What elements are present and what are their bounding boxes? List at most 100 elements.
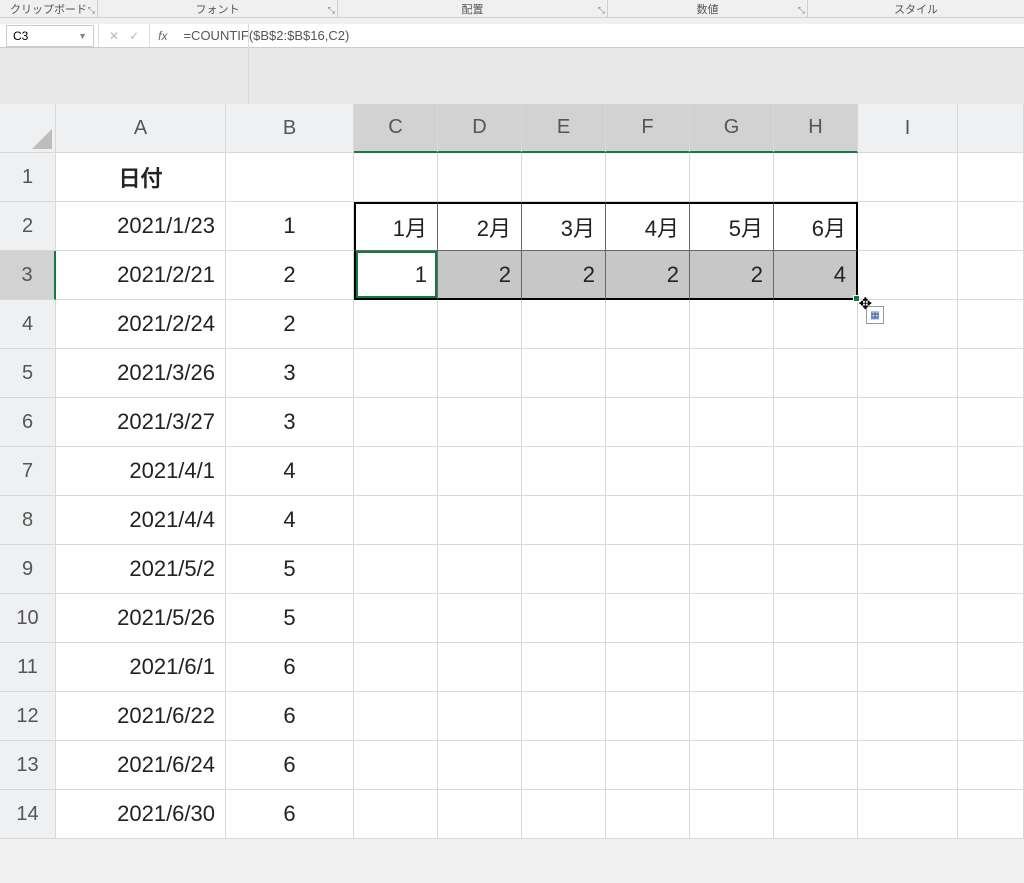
cell-F4[interactable] bbox=[606, 300, 690, 349]
cell-D4[interactable] bbox=[438, 300, 522, 349]
cell-C10[interactable] bbox=[354, 594, 438, 643]
cell-C5[interactable] bbox=[354, 349, 438, 398]
cell-B13[interactable]: 6 bbox=[226, 741, 354, 790]
cell-A10[interactable]: 2021/5/26 bbox=[56, 594, 226, 643]
col-header-E[interactable]: E bbox=[522, 104, 606, 153]
cell-E9[interactable] bbox=[522, 545, 606, 594]
row-header-12[interactable]: 12 bbox=[0, 692, 56, 741]
row-header-5[interactable]: 5 bbox=[0, 349, 56, 398]
ribbon-group-font[interactable]: フォント ⤡ bbox=[98, 0, 338, 17]
cell-F9[interactable] bbox=[606, 545, 690, 594]
cell-H4[interactable] bbox=[774, 300, 858, 349]
cell-C3[interactable]: 1 bbox=[354, 251, 438, 300]
cell-J7[interactable] bbox=[958, 447, 1024, 496]
cell-C12[interactable] bbox=[354, 692, 438, 741]
col-header-H[interactable]: H bbox=[774, 104, 858, 153]
row-header-1[interactable]: 1 bbox=[0, 153, 56, 202]
cell-I12[interactable] bbox=[858, 692, 958, 741]
cell-B11[interactable]: 6 bbox=[226, 643, 354, 692]
cell-D2[interactable]: 2月 bbox=[438, 202, 522, 251]
cell-G4[interactable] bbox=[690, 300, 774, 349]
cell-F6[interactable] bbox=[606, 398, 690, 447]
cell-A14[interactable]: 2021/6/30 bbox=[56, 790, 226, 839]
cell-A4[interactable]: 2021/2/24 bbox=[56, 300, 226, 349]
cell-I10[interactable] bbox=[858, 594, 958, 643]
dialog-launcher-icon[interactable]: ⤡ bbox=[328, 5, 335, 16]
cell-D12[interactable] bbox=[438, 692, 522, 741]
cell-D11[interactable] bbox=[438, 643, 522, 692]
cell-I14[interactable] bbox=[858, 790, 958, 839]
cell-E5[interactable] bbox=[522, 349, 606, 398]
cell-F14[interactable] bbox=[606, 790, 690, 839]
cell-G8[interactable] bbox=[690, 496, 774, 545]
cell-A11[interactable]: 2021/6/1 bbox=[56, 643, 226, 692]
cell-C13[interactable] bbox=[354, 741, 438, 790]
cell-B14[interactable]: 6 bbox=[226, 790, 354, 839]
dialog-launcher-icon[interactable]: ⤡ bbox=[798, 5, 805, 16]
row-header-2[interactable]: 2 bbox=[0, 202, 56, 251]
cell-A5[interactable]: 2021/3/26 bbox=[56, 349, 226, 398]
cell-B8[interactable]: 4 bbox=[226, 496, 354, 545]
cell-J13[interactable] bbox=[958, 741, 1024, 790]
cell-B12[interactable]: 6 bbox=[226, 692, 354, 741]
cell-B1[interactable] bbox=[226, 153, 354, 202]
cell-G2[interactable]: 5月 bbox=[690, 202, 774, 251]
col-header-I[interactable]: I bbox=[858, 104, 958, 153]
cell-E8[interactable] bbox=[522, 496, 606, 545]
cell-A2[interactable]: 2021/1/23 bbox=[56, 202, 226, 251]
fx-icon[interactable]: fx bbox=[150, 29, 175, 43]
cell-E7[interactable] bbox=[522, 447, 606, 496]
cell-B9[interactable]: 5 bbox=[226, 545, 354, 594]
cell-I6[interactable] bbox=[858, 398, 958, 447]
cell-G5[interactable] bbox=[690, 349, 774, 398]
ribbon-group-alignment[interactable]: 配置 ⤡ bbox=[338, 0, 608, 17]
cell-A13[interactable]: 2021/6/24 bbox=[56, 741, 226, 790]
cell-C2[interactable]: 1月 bbox=[354, 202, 438, 251]
cell-A7[interactable]: 2021/4/1 bbox=[56, 447, 226, 496]
cell-E10[interactable] bbox=[522, 594, 606, 643]
cell-I8[interactable] bbox=[858, 496, 958, 545]
ribbon-group-number[interactable]: 数値 ⤡ bbox=[608, 0, 808, 17]
cell-F12[interactable] bbox=[606, 692, 690, 741]
cell-D3[interactable]: 2 bbox=[438, 251, 522, 300]
cell-B4[interactable]: 2 bbox=[226, 300, 354, 349]
cell-G3[interactable]: 2 bbox=[690, 251, 774, 300]
row-header-3[interactable]: 3 bbox=[0, 251, 56, 300]
cell-I2[interactable] bbox=[858, 202, 958, 251]
row-header-8[interactable]: 8 bbox=[0, 496, 56, 545]
cell-J2[interactable] bbox=[958, 202, 1024, 251]
cell-I7[interactable] bbox=[858, 447, 958, 496]
cell-E3[interactable]: 2 bbox=[522, 251, 606, 300]
cell-H11[interactable] bbox=[774, 643, 858, 692]
cell-D10[interactable] bbox=[438, 594, 522, 643]
cell-C8[interactable] bbox=[354, 496, 438, 545]
cell-H6[interactable] bbox=[774, 398, 858, 447]
col-header-D[interactable]: D bbox=[438, 104, 522, 153]
cell-H5[interactable] bbox=[774, 349, 858, 398]
cell-B2[interactable]: 1 bbox=[226, 202, 354, 251]
cell-H10[interactable] bbox=[774, 594, 858, 643]
cell-B7[interactable]: 4 bbox=[226, 447, 354, 496]
cell-H3[interactable]: 4 ✥ ▦ bbox=[774, 251, 858, 300]
cell-B6[interactable]: 3 bbox=[226, 398, 354, 447]
cell-A9[interactable]: 2021/5/2 bbox=[56, 545, 226, 594]
cell-C11[interactable] bbox=[354, 643, 438, 692]
cell-I5[interactable] bbox=[858, 349, 958, 398]
formula-input[interactable] bbox=[175, 25, 1024, 47]
cell-F1[interactable] bbox=[606, 153, 690, 202]
dialog-launcher-icon[interactable]: ⤡ bbox=[598, 5, 605, 16]
col-header-F[interactable]: F bbox=[606, 104, 690, 153]
cell-H2[interactable]: 6月 bbox=[774, 202, 858, 251]
cell-A3[interactable]: 2021/2/21 bbox=[56, 251, 226, 300]
select-all-corner[interactable] bbox=[0, 104, 56, 153]
cell-H7[interactable] bbox=[774, 447, 858, 496]
cell-J10[interactable] bbox=[958, 594, 1024, 643]
row-header-7[interactable]: 7 bbox=[0, 447, 56, 496]
cell-A1[interactable]: 日付 bbox=[56, 153, 226, 202]
cell-H8[interactable] bbox=[774, 496, 858, 545]
cell-F3[interactable]: 2 bbox=[606, 251, 690, 300]
cell-D1[interactable] bbox=[438, 153, 522, 202]
cell-G13[interactable] bbox=[690, 741, 774, 790]
cell-J5[interactable] bbox=[958, 349, 1024, 398]
cell-D7[interactable] bbox=[438, 447, 522, 496]
